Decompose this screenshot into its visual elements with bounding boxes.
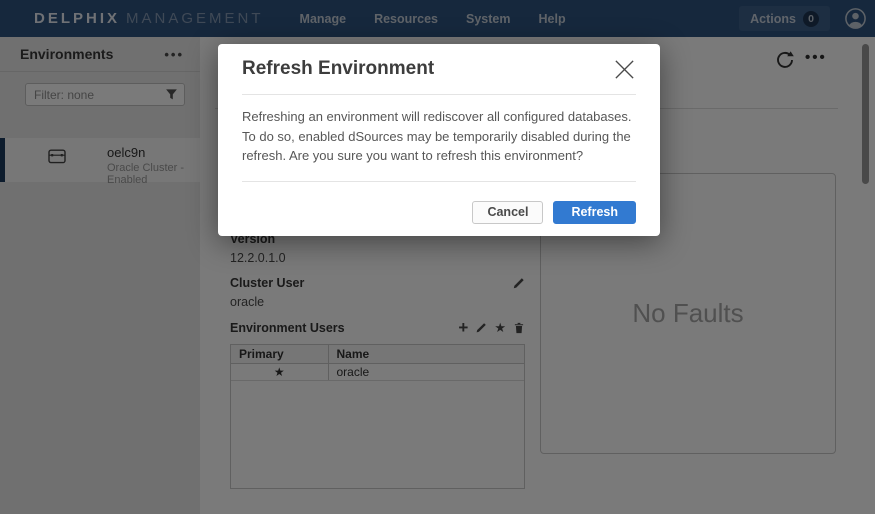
close-icon[interactable] [613,58,636,81]
dialog-message: Refreshing an environment will rediscove… [218,95,660,166]
refresh-button[interactable]: Refresh [553,201,636,224]
cancel-button[interactable]: Cancel [472,201,543,224]
app-window: DELPHIX MANAGEMENT Manage Resources Syst… [0,0,875,514]
refresh-environment-dialog: Refresh Environment Refreshing an enviro… [218,44,660,236]
dialog-title: Refresh Environment [242,58,434,80]
